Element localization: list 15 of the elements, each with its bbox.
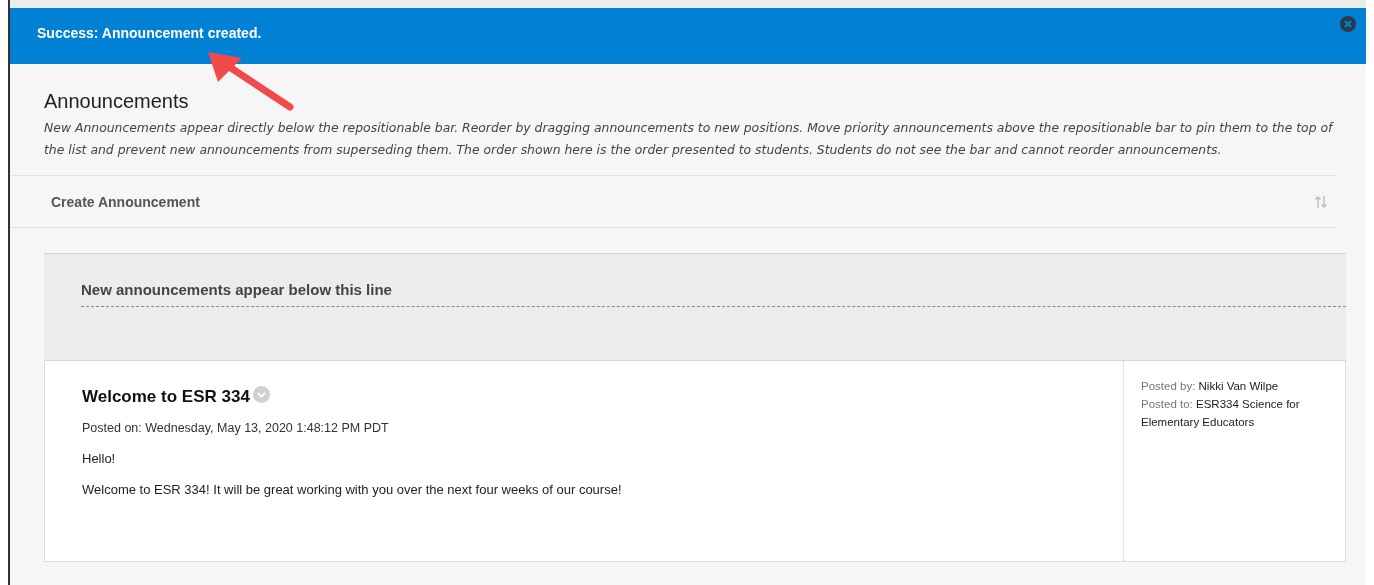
announcement-text: Welcome to ESR 334! It will be great working with you over the next four weeks of our course! (82, 482, 623, 497)
posted-by-line: Posted by: Nikki Van Wilpe (1141, 379, 1280, 394)
repositionable-bar-label: New announcements appear below this line (81, 281, 1346, 307)
page-title: Announcements (44, 90, 190, 113)
create-announcement-link[interactable]: Create Announcement (51, 193, 200, 210)
sort-icon[interactable] (1314, 194, 1328, 209)
success-message: Success: Announcement created. (37, 25, 262, 41)
dropdown-icon[interactable] (252, 385, 270, 403)
posted-date: Posted on: Wednesday, May 13, 2020 1:48:12 PM PDT (82, 421, 390, 435)
posted-to-line: Posted to: ESR334 Science for Elementary Educators (1141, 397, 1301, 430)
close-icon[interactable] (1340, 16, 1356, 32)
announcement-title: Welcome to ESR 334 (82, 387, 250, 407)
announcement-text: Hello! (82, 451, 117, 466)
repositionable-bar[interactable]: New announcements appear below this line (44, 253, 1346, 361)
page-description: New Announcements appear directly below the repositionable bar. Reorder by dragging announcements to new positions. Move priority announcements above the repositionable bar to pin them to the top of the list and prevent new announcements from superseding them. The order shown here is the order presented to students. Students do not see the bar and cannot reorder announcements. (44, 119, 1335, 159)
